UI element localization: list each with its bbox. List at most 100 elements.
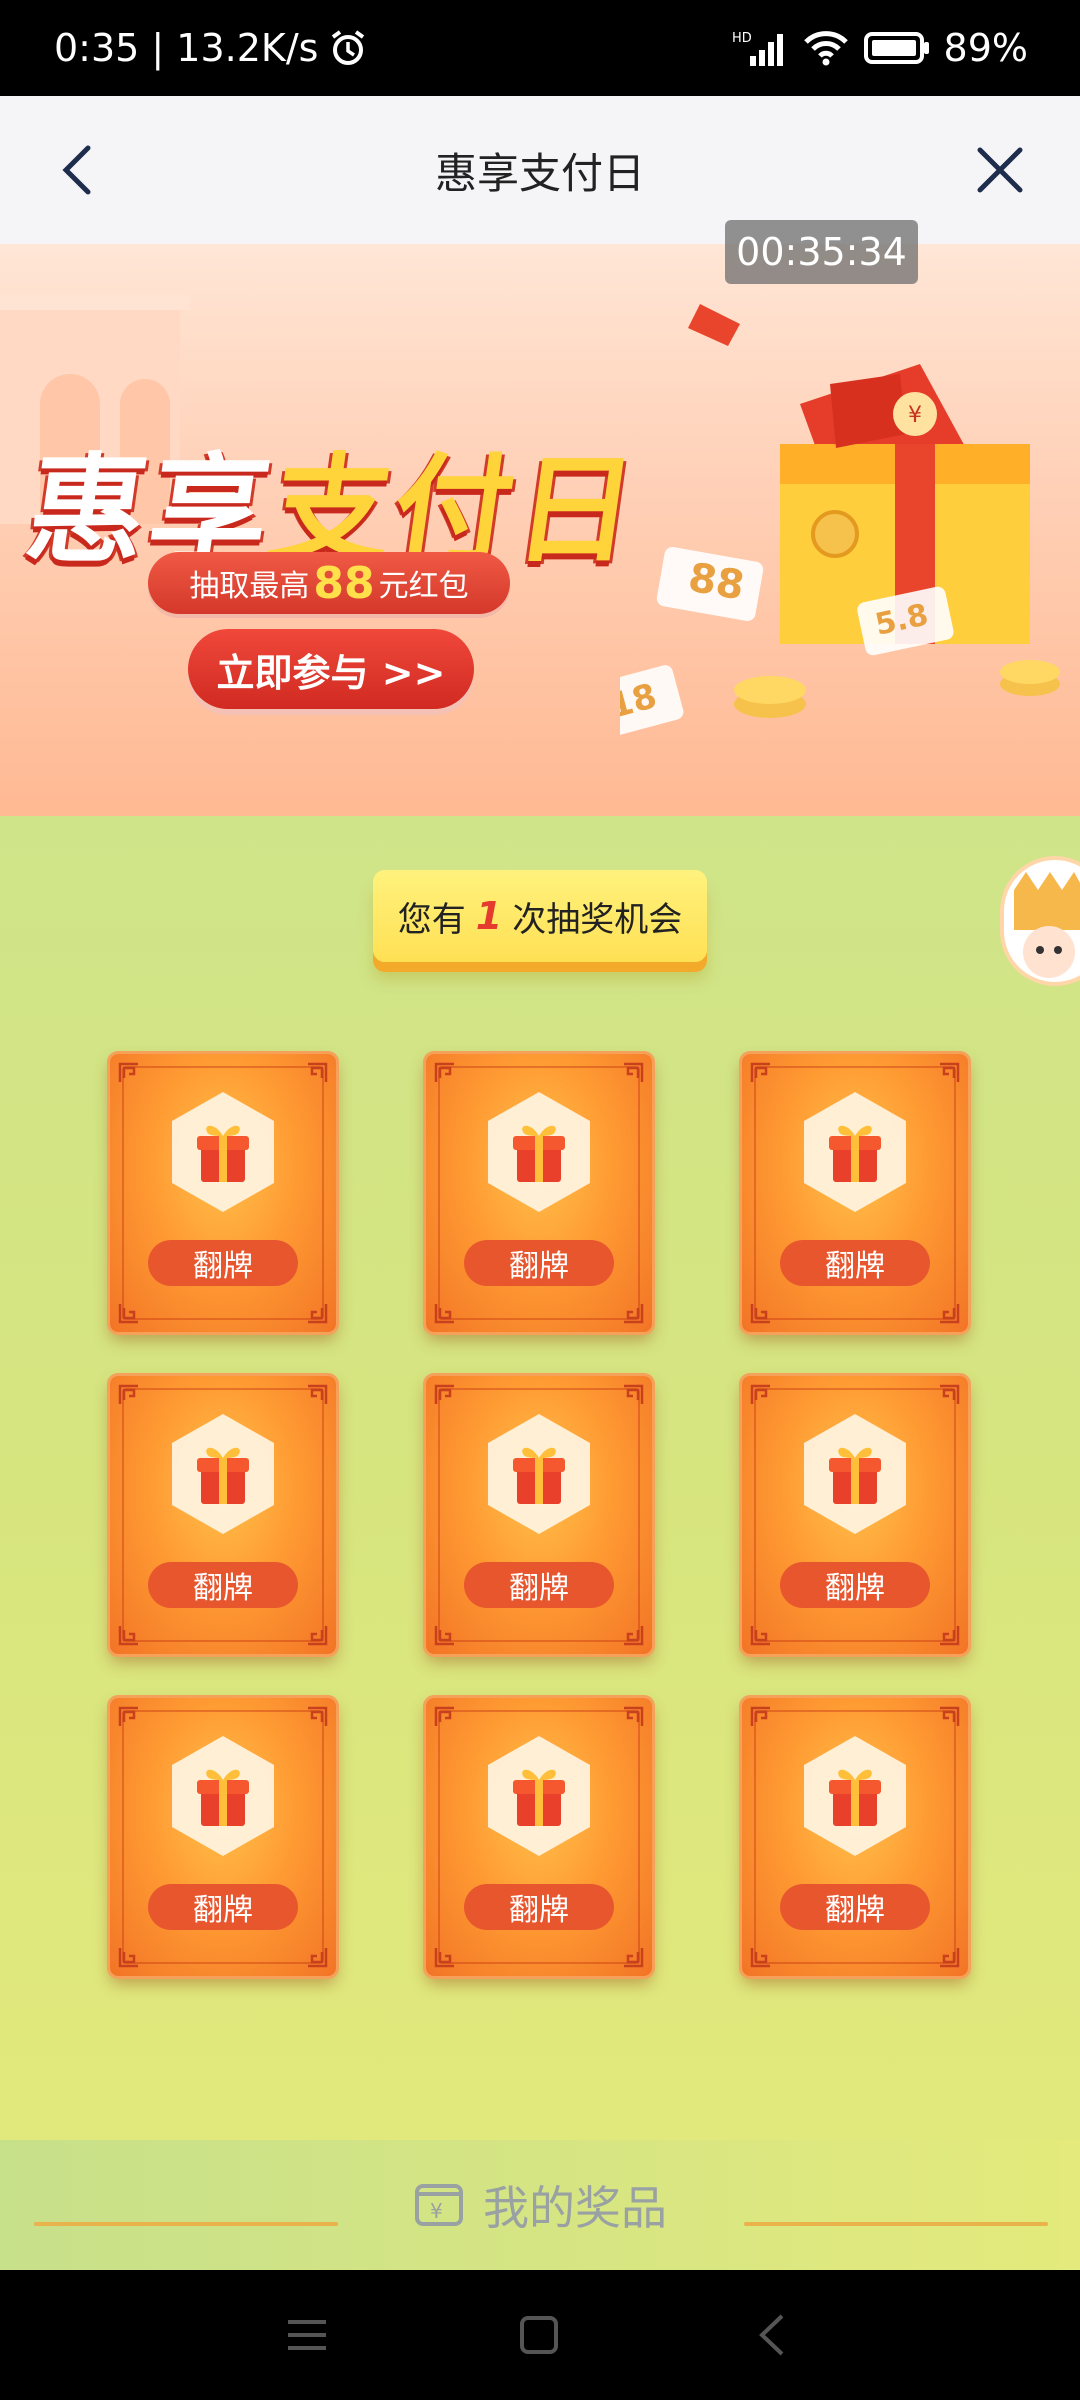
flip-button[interactable]: 翻牌 xyxy=(464,1240,614,1286)
wifi-icon xyxy=(802,28,850,68)
gift-icon xyxy=(488,1736,590,1856)
flip-button[interactable]: 翻牌 xyxy=(464,1884,614,1930)
flip-button[interactable]: 翻牌 xyxy=(464,1562,614,1608)
network-type: HD xyxy=(732,31,752,46)
corner-ornament-icon xyxy=(750,1304,770,1324)
title-bar: 惠享支付日 xyxy=(0,96,1080,244)
corner-ornament-icon xyxy=(118,1062,138,1082)
gift-icon xyxy=(488,1092,590,1212)
flip-button[interactable]: 翻牌 xyxy=(148,1562,298,1608)
gift-icon xyxy=(172,1414,274,1534)
divider-right xyxy=(744,2222,1048,2226)
flip-card[interactable]: 翻牌 xyxy=(426,1054,652,1332)
flip-card[interactable]: 翻牌 xyxy=(742,1376,968,1654)
flip-card[interactable]: 翻牌 xyxy=(110,1698,336,1976)
my-prizes-button[interactable]: ¥ 我的奖品 xyxy=(413,2172,667,2238)
back-button[interactable] xyxy=(50,140,110,200)
corner-ornament-icon xyxy=(750,1062,770,1082)
corner-ornament-icon xyxy=(940,1304,960,1324)
corner-ornament-icon xyxy=(940,1384,960,1404)
battery-icon xyxy=(863,30,930,66)
flip-button[interactable]: 翻牌 xyxy=(780,1884,930,1930)
gift-icon xyxy=(488,1414,590,1534)
corner-ornament-icon xyxy=(308,1706,328,1726)
flip-card[interactable]: 翻牌 xyxy=(742,1054,968,1332)
corner-ornament-icon xyxy=(118,1304,138,1324)
corner-ornament-icon xyxy=(624,1626,644,1646)
gift-icon xyxy=(172,1092,274,1212)
prize-wallet-icon: ¥ xyxy=(415,2184,463,2226)
flip-card[interactable]: 翻牌 xyxy=(742,1698,968,1976)
card-grid: 翻牌 翻牌 翻牌 翻牌 翻牌 翻牌 翻牌 翻牌 翻牌 xyxy=(110,1054,968,1976)
my-prizes-bar[interactable]: ¥ 我的奖品 xyxy=(0,2140,1080,2270)
flip-button[interactable]: 翻牌 xyxy=(148,1240,298,1286)
menu-nav-button[interactable] xyxy=(282,2310,332,2360)
flip-card[interactable]: 翻牌 xyxy=(110,1376,336,1654)
home-square-icon xyxy=(520,2316,558,2354)
flip-button[interactable]: 翻牌 xyxy=(148,1884,298,1930)
corner-ornament-icon xyxy=(434,1384,454,1404)
flip-card[interactable]: 翻牌 xyxy=(426,1376,652,1654)
corner-ornament-icon xyxy=(118,1384,138,1404)
corner-ornament-icon xyxy=(434,1626,454,1646)
home-nav-button[interactable] xyxy=(514,2310,564,2360)
flip-card[interactable]: 翻牌 xyxy=(110,1054,336,1332)
corner-ornament-icon xyxy=(308,1062,328,1082)
system-nav-bar xyxy=(0,2270,1080,2400)
gift-icon xyxy=(804,1414,906,1534)
banner-subtitle: 抽取最高 88 元红包 xyxy=(148,552,510,614)
back-triangle-icon xyxy=(759,2314,784,2356)
corner-ornament-icon xyxy=(750,1948,770,1968)
back-nav-button[interactable] xyxy=(748,2310,798,2360)
corner-ornament-icon xyxy=(308,1626,328,1646)
chevron-left-icon xyxy=(62,145,91,195)
signal-icon: HD xyxy=(732,28,788,68)
corner-ornament-icon xyxy=(434,1706,454,1726)
corner-ornament-icon xyxy=(434,1304,454,1324)
gift-icon xyxy=(172,1736,274,1856)
corner-ornament-icon xyxy=(118,1948,138,1968)
corner-ornament-icon xyxy=(940,1706,960,1726)
flip-button[interactable]: 翻牌 xyxy=(780,1562,930,1608)
corner-ornament-icon xyxy=(434,1062,454,1082)
mascot-icon xyxy=(1014,872,1080,978)
corner-ornament-icon xyxy=(940,1626,960,1646)
corner-ornament-icon xyxy=(624,1948,644,1968)
corner-ornament-icon xyxy=(118,1626,138,1646)
corner-ornament-icon xyxy=(624,1062,644,1082)
gift-icon xyxy=(804,1092,906,1212)
floating-avatar[interactable] xyxy=(1000,856,1080,986)
corner-ornament-icon xyxy=(308,1384,328,1404)
gift-box-illustration: ¥ 88 5.8 18 xyxy=(620,304,1060,739)
corner-ornament-icon xyxy=(118,1706,138,1726)
promo-banner[interactable]: ¥ 88 5.8 18 惠享支付日 抽取最高 88 元红包 立即参与 >> xyxy=(0,244,1080,816)
close-button[interactable] xyxy=(970,140,1030,200)
ticket-88: 88 xyxy=(685,555,748,610)
chances-count: 1 xyxy=(475,894,503,938)
battery-level: 89% xyxy=(943,26,1028,70)
status-bar: 0:35 | 13.2K/s HD 89% xyxy=(0,0,1080,96)
corner-ornament-icon xyxy=(940,1062,960,1082)
corner-ornament-icon xyxy=(750,1706,770,1726)
flip-button[interactable]: 翻牌 xyxy=(780,1240,930,1286)
corner-ornament-icon xyxy=(308,1304,328,1324)
join-now-button[interactable]: 立即参与 >> xyxy=(188,629,474,709)
corner-ornament-icon xyxy=(750,1626,770,1646)
gift-icon xyxy=(804,1736,906,1856)
chances-banner: 您有 1 次抽奖机会 xyxy=(373,870,707,962)
svg-text:¥: ¥ xyxy=(908,403,922,428)
page-title: 惠享支付日 xyxy=(434,148,645,198)
corner-ornament-icon xyxy=(940,1948,960,1968)
corner-ornament-icon xyxy=(624,1304,644,1324)
alarm-icon xyxy=(328,28,368,68)
status-time-speed: 0:35 | 13.2K/s xyxy=(54,26,319,70)
divider-left xyxy=(34,2222,338,2226)
lottery-area: 您有 1 次抽奖机会 翻牌 翻牌 翻牌 翻牌 翻牌 翻牌 翻牌 翻牌 翻牌 xyxy=(0,816,1080,2140)
corner-ornament-icon xyxy=(624,1706,644,1726)
flip-card[interactable]: 翻牌 xyxy=(426,1698,652,1976)
menu-icon xyxy=(288,2320,326,2350)
close-icon xyxy=(977,147,1023,193)
corner-ornament-icon xyxy=(624,1384,644,1404)
corner-ornament-icon xyxy=(750,1384,770,1404)
corner-ornament-icon xyxy=(308,1948,328,1968)
